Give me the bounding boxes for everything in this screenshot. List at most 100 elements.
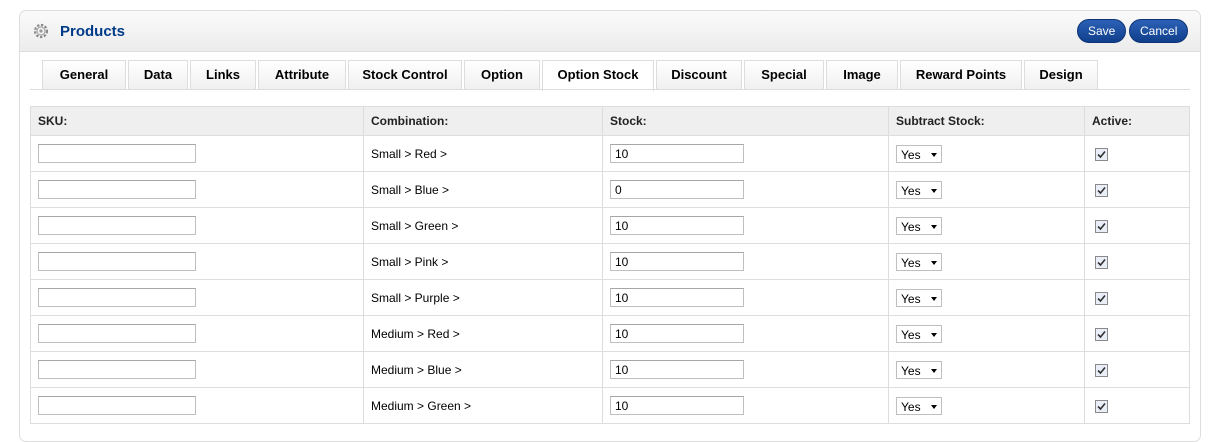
stock-cell (602, 315, 889, 352)
table-row: Small > Blue > Yes (30, 171, 1190, 208)
chevron-down-icon (931, 152, 937, 157)
tab-option-stock[interactable]: Option Stock (542, 60, 654, 91)
subtract-cell: Yes (888, 315, 1085, 352)
check-icon (1097, 294, 1106, 302)
tab-stock-control[interactable]: Stock Control (348, 60, 462, 89)
table-row: Medium > Red > Yes (30, 315, 1190, 352)
subtract-stock-select[interactable]: Yes (896, 216, 942, 235)
save-button[interactable]: Save (1077, 19, 1127, 43)
subtract-cell: Yes (888, 135, 1085, 172)
table-header-row: SKU: Combination: Stock: Subtract Stock:… (30, 106, 1190, 136)
active-checkbox[interactable] (1095, 147, 1108, 161)
subtract-stock-value: Yes (901, 327, 921, 342)
active-checkbox[interactable] (1095, 327, 1108, 341)
combination-cell: Small > Green > (363, 207, 603, 244)
tab-discount[interactable]: Discount (656, 60, 742, 89)
subtract-cell: Yes (888, 243, 1085, 280)
sku-cell (30, 243, 364, 280)
header-subtract-stock: Subtract Stock: (888, 106, 1085, 136)
active-cell (1084, 351, 1190, 388)
stock-cell (602, 279, 889, 316)
active-checkbox[interactable] (1095, 255, 1108, 269)
sku-cell (30, 351, 364, 388)
chevron-down-icon (931, 188, 937, 193)
sku-cell (30, 171, 364, 208)
chevron-down-icon (931, 224, 937, 229)
subtract-cell: Yes (888, 171, 1085, 208)
active-cell (1084, 207, 1190, 244)
table-row: Small > Purple > Yes (30, 279, 1190, 316)
stock-input[interactable] (610, 180, 744, 199)
subtract-stock-value: Yes (901, 219, 921, 234)
active-checkbox[interactable] (1095, 219, 1108, 233)
stock-input[interactable] (610, 216, 744, 235)
active-cell (1084, 387, 1190, 424)
subtract-stock-select[interactable]: Yes (896, 360, 942, 379)
sku-input[interactable] (38, 324, 196, 343)
subtract-cell: Yes (888, 279, 1085, 316)
subtract-stock-select[interactable]: Yes (896, 288, 942, 307)
check-icon (1097, 222, 1106, 230)
sku-input[interactable] (38, 216, 196, 235)
stock-input[interactable] (610, 288, 744, 307)
subtract-stock-select[interactable]: Yes (896, 180, 942, 199)
subtract-stock-select[interactable]: Yes (896, 396, 942, 415)
sku-input[interactable] (38, 144, 196, 163)
tab-data[interactable]: Data (128, 60, 188, 89)
tab-design[interactable]: Design (1024, 60, 1098, 89)
active-checkbox[interactable] (1095, 291, 1108, 305)
active-checkbox[interactable] (1095, 183, 1108, 197)
active-checkbox[interactable] (1095, 399, 1108, 413)
subtract-stock-value: Yes (901, 399, 921, 414)
chevron-down-icon (931, 332, 937, 337)
sku-input[interactable] (38, 288, 196, 307)
sku-cell (30, 207, 364, 244)
active-cell (1084, 171, 1190, 208)
stock-cell (602, 351, 889, 388)
combination-cell: Small > Pink > (363, 243, 603, 280)
tab-links[interactable]: Links (190, 60, 256, 89)
table-row: Small > Pink > Yes (30, 243, 1190, 280)
tab-reward-points[interactable]: Reward Points (900, 60, 1022, 89)
tab-special[interactable]: Special (744, 60, 824, 89)
tab-divider (30, 89, 1190, 90)
stock-input[interactable] (610, 396, 744, 415)
combination-label: Small > Green > (371, 218, 459, 233)
check-icon (1097, 258, 1106, 266)
combination-label: Small > Red > (371, 146, 448, 161)
check-icon (1097, 402, 1106, 410)
stock-input[interactable] (610, 252, 744, 271)
stock-input[interactable] (610, 144, 744, 163)
subtract-stock-select[interactable]: Yes (896, 144, 942, 163)
subtract-stock-select[interactable]: Yes (896, 252, 942, 271)
combination-label: Small > Purple > (371, 290, 460, 305)
stock-cell (602, 135, 889, 172)
active-cell (1084, 279, 1190, 316)
stock-input[interactable] (610, 360, 744, 379)
panel-header: Products Save Cancel (20, 11, 1200, 52)
tab-attribute[interactable]: Attribute (258, 60, 346, 89)
sku-input[interactable] (38, 180, 196, 199)
sku-cell (30, 315, 364, 352)
stock-cell (602, 243, 889, 280)
sku-input[interactable] (38, 360, 196, 379)
tab-image[interactable]: Image (826, 60, 898, 89)
subtract-stock-select[interactable]: Yes (896, 324, 942, 343)
sku-cell (30, 387, 364, 424)
sku-cell (30, 135, 364, 172)
subtract-stock-value: Yes (901, 363, 921, 378)
combination-label: Medium > Blue > (371, 362, 462, 377)
cancel-button[interactable]: Cancel (1129, 19, 1189, 43)
header-active: Active: (1084, 106, 1190, 136)
active-checkbox[interactable] (1095, 363, 1108, 377)
chevron-down-icon (931, 404, 937, 409)
active-cell (1084, 243, 1190, 280)
chevron-down-icon (931, 296, 937, 301)
subtract-stock-value: Yes (901, 183, 921, 198)
tab-option[interactable]: Option (464, 60, 540, 89)
tab-general[interactable]: General (42, 60, 126, 89)
sku-input[interactable] (38, 396, 196, 415)
gear-icon (33, 23, 49, 39)
stock-input[interactable] (610, 324, 744, 343)
sku-input[interactable] (38, 252, 196, 271)
